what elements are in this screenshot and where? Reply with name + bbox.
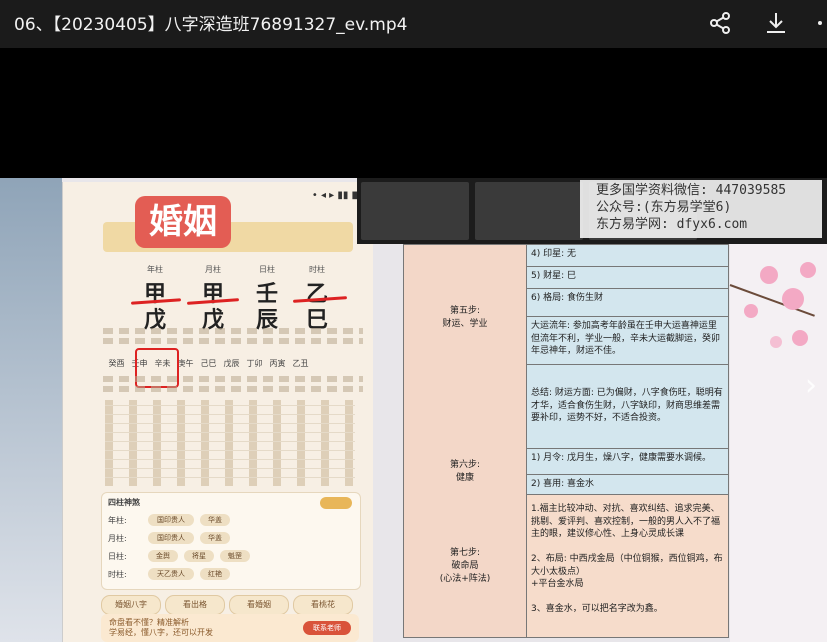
section-title: 四柱神煞 bbox=[108, 498, 140, 507]
shensha-card: 四柱神煞 年柱: 月柱: 日柱: 时柱: 国印贵人 华盖 国印贵人 华盖 金舆 … bbox=[101, 492, 361, 590]
view-marriage-button[interactable]: 看婚姻 bbox=[229, 595, 289, 615]
promo-text: 命盘看不懂？精准解析 学易经，懂八字，还可以开发 bbox=[109, 618, 213, 637]
table-cell: 6) 格局: 食伤生财 bbox=[527, 289, 728, 317]
table-cell: 总结: 财运方面: 已为偏财，八字食伤旺，聪明有才华，适合食伤生财，八字缺印，财… bbox=[527, 365, 728, 449]
annotation-box bbox=[135, 348, 179, 388]
flower-decoration bbox=[729, 244, 827, 642]
table-cell: 1.福主比较冲动、对抗、喜欢纠结、追求完美、挑剔、爱评判、喜欢控制，一般的男人入… bbox=[527, 495, 728, 637]
next-arrow-icon[interactable]: › bbox=[805, 368, 817, 403]
hidden-stems-row bbox=[103, 328, 363, 334]
participant-thumbnail bbox=[475, 182, 583, 240]
pattern-button[interactable]: 看出格 bbox=[165, 595, 225, 615]
marriage-badge: 婚姻 bbox=[135, 196, 231, 248]
hidden-stems-row bbox=[103, 338, 363, 344]
table-cell: 2) 喜用: 喜金水 bbox=[527, 475, 728, 495]
video-title: 06、【20230405】八字深造班76891327_ev.mp4 bbox=[14, 15, 408, 35]
petal bbox=[792, 330, 808, 346]
luck-detail-row bbox=[103, 386, 363, 392]
luck-pillar: 丁卯 bbox=[246, 359, 263, 368]
title-bar: 06、【20230405】八字深造班76891327_ev.mp4 bbox=[0, 0, 827, 48]
petal bbox=[800, 262, 816, 278]
bottom-buttons: 婚姻八字 看出格 看婚姻 看桃花 bbox=[101, 592, 359, 615]
shensha-pill: 魁罡 bbox=[220, 550, 250, 562]
shensha-pill: 将星 bbox=[184, 550, 214, 562]
table-cell: 5) 财星: 巳 bbox=[527, 267, 728, 289]
participant-thumbnail bbox=[361, 182, 469, 240]
petal bbox=[760, 266, 778, 284]
pillar-header: 年柱 bbox=[147, 265, 163, 274]
luck-pillar: 己巳 bbox=[200, 359, 217, 368]
toggle-pill[interactable] bbox=[320, 497, 352, 509]
petal bbox=[744, 304, 758, 318]
more-icon[interactable] bbox=[814, 10, 827, 36]
luck-pillar: 癸酉 bbox=[108, 359, 125, 368]
phone-screenshot: • ◂ ▸ ▮▮ ■ 婚姻 年柱 月柱 日柱 时柱 甲 甲 壬 乙 戊 戊 辰 … bbox=[62, 182, 373, 642]
pillar-header: 月柱 bbox=[205, 265, 221, 274]
pillar-row-label: 月柱: bbox=[108, 534, 127, 543]
download-icon[interactable] bbox=[763, 10, 789, 36]
watermark-line: 公众号:(东方易学堂6) bbox=[596, 200, 732, 215]
shensha-pill: 华盖 bbox=[200, 514, 230, 526]
pillar-row-label: 日柱: bbox=[108, 552, 127, 561]
pillar-header: 时柱 bbox=[309, 265, 325, 274]
table-cell: 4) 印星: 无 bbox=[527, 245, 728, 267]
watermark-line: 东方易学网: dfyx6.com bbox=[596, 217, 748, 232]
pillar-header: 日柱 bbox=[259, 265, 275, 274]
shensha-pill: 红艳 bbox=[200, 568, 230, 580]
step-seven-label: 第七步: 破命局 (心法+阵法) bbox=[404, 495, 527, 637]
luck-pillar: 乙丑 bbox=[292, 359, 309, 368]
promo-bar: 命盘看不懂？精准解析 学易经，懂八字，还可以开发 联系老师 bbox=[101, 614, 359, 642]
shensha-pill: 金舆 bbox=[148, 550, 178, 562]
table-cell: 1) 月令: 戊月生，燥八字，健康需要水调候。 bbox=[527, 449, 728, 475]
luck-pillar: 戊辰 bbox=[223, 359, 240, 368]
luck-pillar: 丙寅 bbox=[269, 359, 286, 368]
video-letterbox bbox=[0, 48, 827, 178]
luck-detail-row bbox=[103, 376, 363, 382]
view-romance-button[interactable]: 看桃花 bbox=[293, 595, 353, 615]
shensha-pill: 国印贵人 bbox=[148, 514, 194, 526]
pillar-row-label: 年柱: bbox=[108, 516, 127, 525]
shensha-pill: 华盖 bbox=[200, 532, 230, 544]
flow-year-grid bbox=[105, 400, 355, 486]
petal bbox=[782, 288, 804, 310]
watermark-line: 更多国学资料微信: 447039585 bbox=[596, 183, 787, 198]
video-frame[interactable]: • ◂ ▸ ▮▮ ■ 婚姻 年柱 月柱 日柱 时柱 甲 甲 壬 乙 戊 戊 辰 … bbox=[0, 178, 827, 642]
background-decoration bbox=[0, 178, 62, 642]
step-five-label: 第五步: 财运、学业 bbox=[404, 245, 527, 392]
shensha-pill: 国印贵人 bbox=[148, 532, 194, 544]
step-six-label: 第六步: 健康 bbox=[404, 449, 527, 496]
marriage-bazi-button[interactable]: 婚姻八字 bbox=[101, 595, 161, 615]
pillar-row-label: 时柱: bbox=[108, 570, 127, 579]
table-cell: 大运流年: 参加高考年龄虽在壬申大运喜神运里但流年不利，学业一般，辛未大运截脚运… bbox=[527, 317, 728, 365]
phone-status: • ◂ ▸ ▮▮ ■ bbox=[311, 190, 361, 201]
analysis-table: 第五步: 财运、学业 4) 印星: 无 5) 财星: 巳 6) 格局: 食伤生财… bbox=[403, 244, 729, 638]
watermark: 更多国学资料微信: 447039585 公众号:(东方易学堂6) 东方易学网: … bbox=[580, 180, 822, 238]
contact-teacher-button[interactable]: 联系老师 bbox=[303, 621, 351, 635]
petal bbox=[770, 336, 782, 348]
share-icon[interactable] bbox=[707, 10, 733, 36]
shensha-pill: 天乙贵人 bbox=[148, 568, 194, 580]
